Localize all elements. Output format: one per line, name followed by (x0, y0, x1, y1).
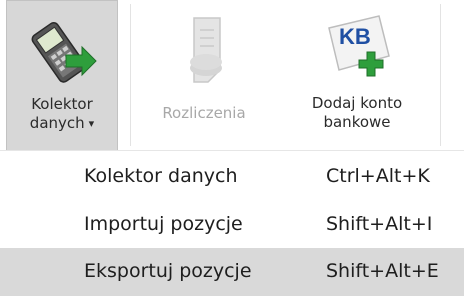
dodaj-label-line1: Dodaj konto (311, 94, 403, 112)
menu-item-importuj-pozycje[interactable]: Importuj pozycje Shift+Alt+I (0, 201, 464, 249)
settlements-icon (190, 17, 222, 83)
app-root: Kolektor danych ▾ Rozliczenia KB Dodaj k… (0, 0, 464, 296)
menu-item-shortcut: Shift+Alt+I (326, 213, 433, 235)
ribbon-separator (440, 4, 441, 146)
menu-item-label: Eksportuj pozycje (84, 260, 252, 282)
menu-item-kolektor-danych[interactable]: Kolektor danych Ctrl+Alt+K (0, 153, 464, 201)
dodaj-konto-bankowe-button[interactable]: KB Dodaj konto bankowe (282, 0, 432, 150)
kolektor-dropdown-menu: Kolektor danych Ctrl+Alt+K Importuj pozy… (0, 150, 464, 296)
kolektor-label-line2: danych (29, 114, 85, 132)
chevron-down-icon[interactable]: ▾ (89, 114, 95, 133)
rozliczenia-label: Rozliczenia (162, 104, 246, 122)
menu-item-eksportuj-pozycje[interactable]: Eksportuj pozycje Shift+Alt+E (0, 248, 464, 296)
menu-item-label: Importuj pozycje (84, 213, 243, 235)
rozliczenia-button[interactable]: Rozliczenia (134, 0, 274, 150)
menu-item-shortcut: Ctrl+Alt+K (326, 165, 430, 187)
ribbon-separator (130, 4, 131, 146)
menu-item-shortcut: Shift+Alt+E (326, 260, 439, 282)
kb-icon-text: KB (339, 24, 371, 49)
data-collector-icon (31, 22, 97, 83)
ribbon-toolbar: Kolektor danych ▾ Rozliczenia KB Dodaj k… (0, 0, 464, 150)
dodaj-label-line2: bankowe (323, 113, 391, 131)
add-bank-account-icon: KB (328, 15, 390, 77)
kolektor-danych-button[interactable]: Kolektor danych ▾ (6, 0, 118, 150)
menu-item-label: Kolektor danych (84, 165, 238, 187)
kolektor-label-line1: Kolektor (31, 95, 93, 113)
